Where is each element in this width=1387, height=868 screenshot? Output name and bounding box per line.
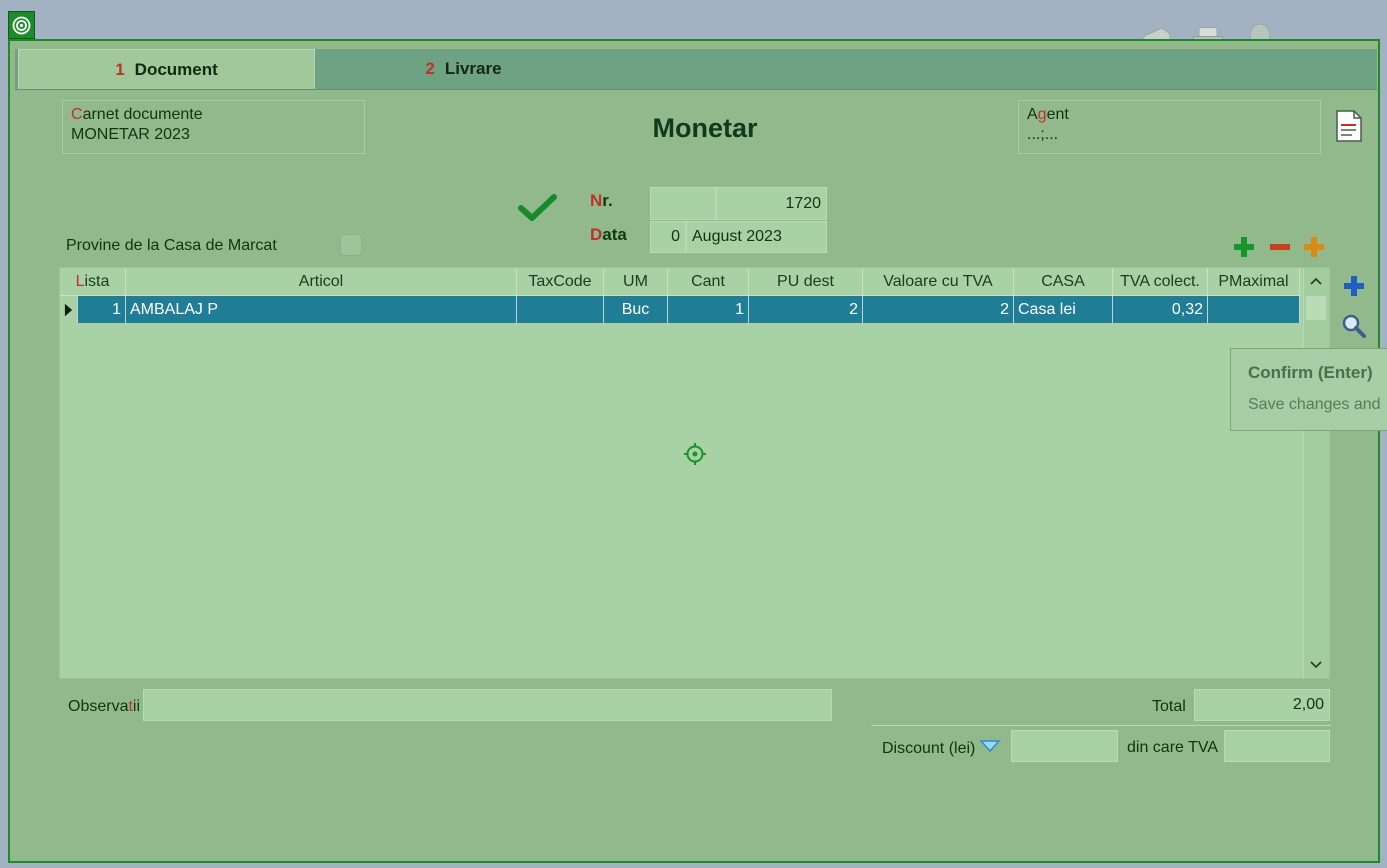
nr-prefix-input[interactable] — [650, 187, 716, 220]
add-row-icon[interactable] — [1232, 235, 1256, 261]
confirm-checkmark-icon[interactable] — [518, 193, 558, 228]
app-menu-icon[interactable] — [8, 11, 35, 39]
cell-valoare[interactable]: 2 — [863, 296, 1014, 323]
tooltip-title: Confirm (Enter) — [1248, 363, 1373, 382]
column-header-taxcode[interactable]: TaxCode — [517, 268, 604, 295]
scroll-thumb[interactable] — [1306, 296, 1326, 320]
column-header-um[interactable]: UM — [604, 268, 668, 295]
search-icon[interactable] — [1340, 312, 1368, 340]
casa-marcat-checkbox[interactable] — [340, 234, 362, 256]
remove-row-icon[interactable] — [1268, 235, 1292, 261]
tooltip-body: Save changes and — [1248, 396, 1381, 413]
column-header-pu-dest[interactable]: PU dest — [749, 268, 863, 295]
data-month-input[interactable]: August 2023 — [686, 221, 827, 253]
nr-label: Nr. — [590, 191, 613, 210]
column-header-valoare[interactable]: Valoare cu TVA — [863, 268, 1014, 295]
cell-taxcode[interactable] — [517, 296, 604, 323]
grid-scrollbar[interactable] — [1303, 268, 1329, 678]
observatii-input[interactable] — [143, 689, 832, 721]
column-header-casa[interactable]: CASA — [1014, 268, 1113, 295]
cell-pu-dest[interactable]: 2 — [749, 296, 863, 323]
row-indicator-icon — [60, 296, 78, 323]
column-header-cant[interactable]: Cant — [668, 268, 749, 295]
cursor-crosshair-icon — [684, 443, 706, 470]
tab-label: Livrare — [444, 59, 502, 78]
confirm-tooltip: Confirm (Enter) Save changes and — [1230, 348, 1387, 431]
tab-bar: 1 Document 2 Livrare — [15, 49, 1377, 90]
scroll-up-icon[interactable] — [1304, 270, 1328, 292]
discount-input[interactable] — [1011, 730, 1118, 762]
carnet-documente-field[interactable]: Carnet documente MONETAR 2023 — [62, 100, 365, 154]
data-day-input[interactable]: 0 — [650, 221, 686, 253]
tab-label: Document — [134, 59, 218, 79]
column-header-articol[interactable]: Articol — [126, 268, 517, 295]
observatii-label: Observatii — [68, 698, 141, 715]
din-care-tva-label: din care TVA — [1127, 739, 1219, 756]
discount-label-text: Discount (lei) — [882, 739, 976, 757]
dropdown-triangle-icon[interactable] — [979, 739, 1002, 758]
nr-input[interactable]: 1720 — [716, 187, 827, 220]
document-title: Monetar — [652, 113, 758, 143]
column-header-lista[interactable]: Lista — [60, 268, 126, 295]
carnet-documente-value: MONETAR 2023 — [71, 126, 190, 143]
document-report-icon[interactable] — [1334, 109, 1364, 143]
tab-document[interactable]: 1 Document — [18, 49, 315, 89]
column-header-tva[interactable]: TVA colect. — [1113, 268, 1208, 295]
tab-livrare[interactable]: 2 Livrare — [315, 49, 612, 89]
cell-pmaximal[interactable] — [1208, 296, 1300, 323]
discount-label[interactable]: Discount (lei) — [882, 739, 1002, 758]
grid-header: Lista Articol TaxCode UM Cant PU dest Va… — [60, 268, 1300, 296]
casa-marcat-label: Provine de la Casa de Marcat — [66, 237, 277, 254]
agent-field[interactable]: Agent ...;... — [1018, 100, 1321, 154]
total-label: Total — [1152, 698, 1186, 715]
document-window: 1 Document 2 Livrare Carnet documente MO… — [8, 39, 1387, 863]
tab-number: 2 — [425, 59, 435, 78]
agent-value: ...;... — [1027, 126, 1059, 143]
column-header-pmaximal[interactable]: PMaximal — [1208, 268, 1300, 295]
divider — [871, 725, 1331, 726]
cell-um[interactable]: Buc — [604, 296, 668, 323]
carnet-documente-label: Carnet documente — [71, 106, 203, 123]
cell-cant[interactable]: 1 — [668, 296, 749, 323]
din-care-tva-input[interactable] — [1224, 730, 1330, 762]
cell-lista[interactable]: 1 — [78, 296, 126, 323]
add-article-icon[interactable] — [1340, 272, 1368, 300]
insert-row-icon[interactable] — [1302, 235, 1326, 261]
articles-grid: Lista Articol TaxCode UM Cant PU dest Va… — [59, 267, 1330, 679]
total-value: 2,00 — [1194, 689, 1330, 721]
agent-label: Agent — [1027, 106, 1069, 123]
tab-number: 1 — [115, 59, 125, 79]
table-row[interactable]: 1 AMBALAJ P Buc 1 2 2 Casa lei 0,32 — [60, 296, 1300, 323]
cell-casa[interactable]: Casa lei — [1014, 296, 1113, 323]
scroll-down-icon[interactable] — [1304, 654, 1328, 676]
data-label: Data — [590, 225, 627, 244]
cell-articol[interactable]: AMBALAJ P — [126, 296, 517, 323]
cell-tva[interactable]: 0,32 — [1113, 296, 1208, 323]
